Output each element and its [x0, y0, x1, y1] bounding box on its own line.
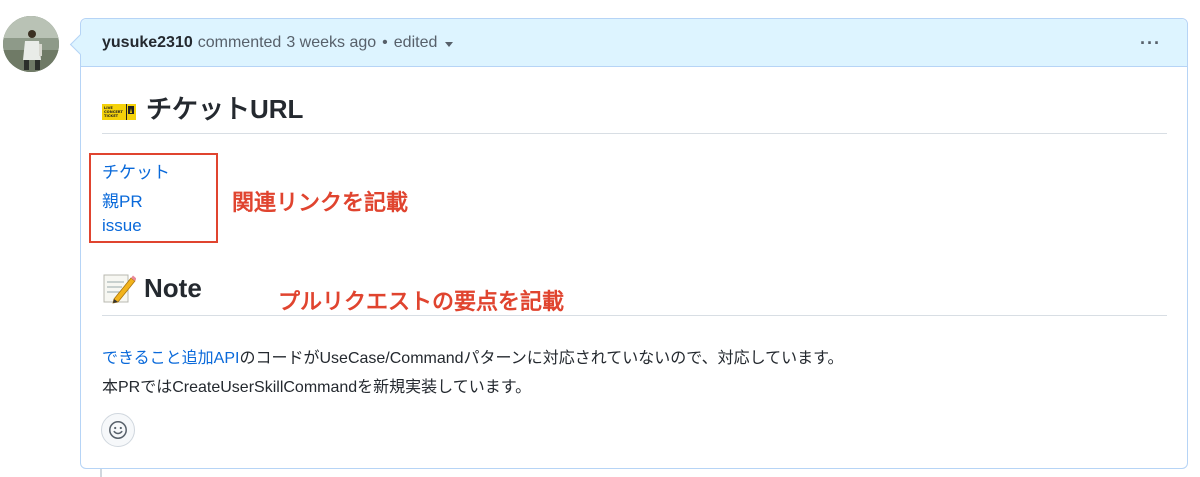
- comment-header: yusuke2310 commented 3 weeks ago • edite…: [81, 19, 1187, 67]
- parent-pr-link[interactable]: 親PR: [102, 187, 143, 212]
- issue-link[interactable]: issue: [102, 216, 142, 236]
- body-line-1: できること追加APIのコードがUseCase/Commandパターンに対応されて…: [102, 344, 844, 368]
- ticket-heading-text: チケットURL: [146, 94, 304, 124]
- user-avatar[interactable]: [3, 16, 59, 72]
- ticket-emoji-icon: LIVE CONCERT TICKET: [102, 98, 136, 120]
- smiley-icon: [109, 421, 127, 439]
- timeline-connector: [100, 468, 102, 477]
- memo-emoji-icon: [102, 272, 137, 304]
- kebab-icon[interactable]: ···: [1140, 33, 1161, 54]
- summary-annotation: プルリクエストの要点を記載: [278, 289, 565, 314]
- note-heading: Note: [102, 272, 202, 304]
- links-annotation: 関連リンクを記載: [232, 190, 409, 215]
- caret-down-icon[interactable]: [445, 41, 454, 47]
- body-line-2: 本PRではCreateUserSkillCommandを新規実装しています。: [102, 379, 532, 396]
- note-heading-text: Note: [144, 272, 202, 303]
- ticket-heading-rule: [102, 133, 1167, 134]
- ticket-icon-line3: TICKET: [104, 114, 119, 118]
- add-reaction-button[interactable]: [101, 413, 135, 447]
- note-heading-rule: [102, 315, 1167, 316]
- comment-time[interactable]: 3 weeks ago: [286, 34, 376, 52]
- ticket-link[interactable]: チケット: [102, 158, 170, 183]
- comment-author[interactable]: yusuke2310: [102, 34, 193, 52]
- api-link[interactable]: できること追加API: [102, 350, 239, 367]
- edited-label[interactable]: edited: [394, 34, 438, 52]
- comment-action: commented: [197, 33, 282, 51]
- comment-box: yusuke2310 commented 3 weeks ago • edite…: [80, 18, 1188, 469]
- avatar-image: [3, 16, 59, 72]
- body-line-1-text: のコードがUseCase/Commandパターンに対応されていないので、対応して…: [239, 350, 844, 367]
- ticket-heading: LIVE CONCERT TICKET チケットURL: [102, 89, 303, 126]
- header-separator: •: [382, 33, 388, 51]
